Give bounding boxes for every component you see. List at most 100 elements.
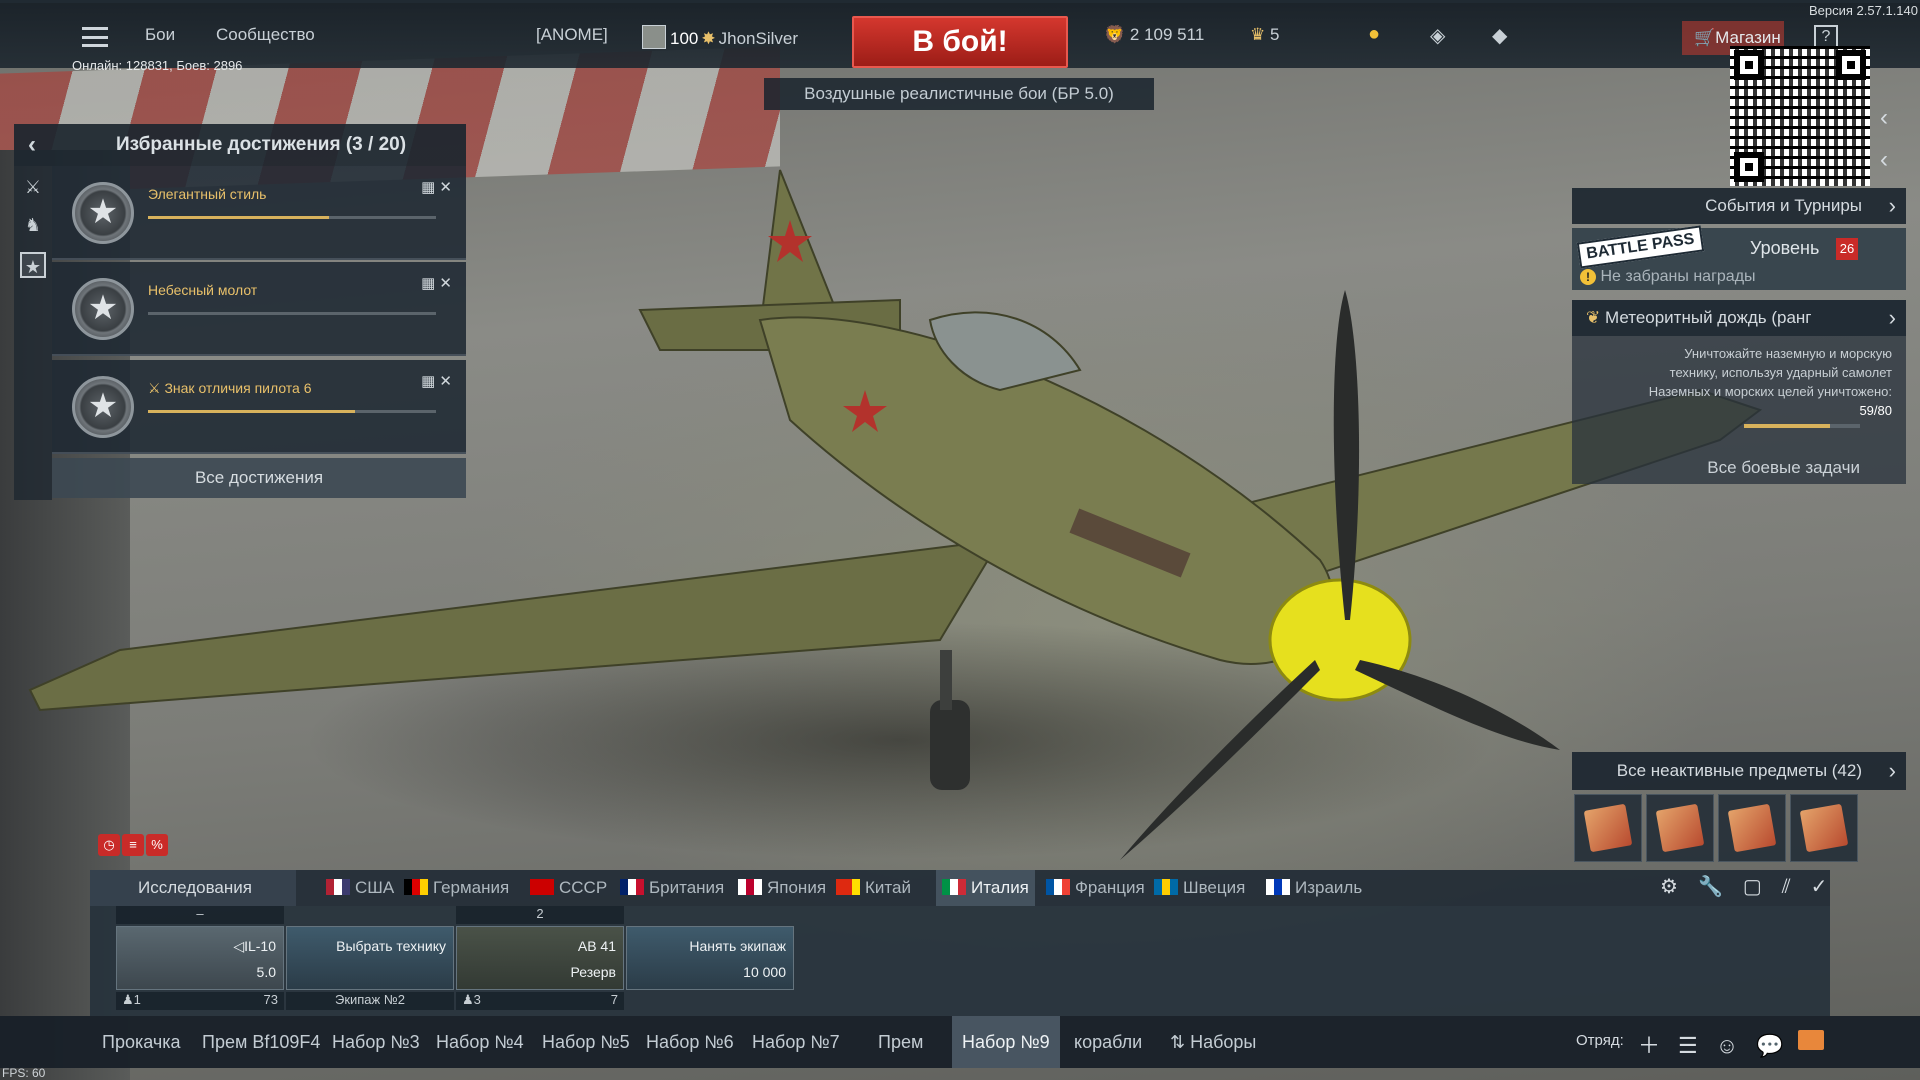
inactive-items-button[interactable]: Все неактивные предметы (42) › <box>1572 752 1906 790</box>
achievement-name: Небесный молот <box>148 282 258 298</box>
qr-code <box>1730 46 1870 186</box>
calendar-icon[interactable]: ▦ <box>421 179 435 196</box>
preset-tab[interactable]: Набор №6 <box>646 1016 734 1068</box>
booster-item[interactable] <box>1790 794 1858 862</box>
squadron-tag[interactable]: [ANOME] <box>536 25 608 45</box>
mail-icon[interactable] <box>1798 1030 1824 1050</box>
friends-icon[interactable]: ☺ <box>1716 1033 1756 1058</box>
preset-tab[interactable]: Набор №7 <box>752 1016 840 1068</box>
chevron-left-icon[interactable]: ‹ <box>28 124 36 166</box>
preset-tab[interactable]: Набор №3 <box>332 1016 420 1068</box>
crew-icon: ♟ <box>122 992 134 1007</box>
medal-icon: ★ <box>72 376 134 438</box>
preset-tab[interactable]: Набор №9 <box>952 1016 1060 1068</box>
crossed-swords-icon[interactable]: ⚔ <box>20 174 46 200</box>
reserve-label: Резерв <box>570 964 616 980</box>
close-icon[interactable]: ✕ <box>439 373 452 390</box>
achievement-progress <box>148 216 436 219</box>
hire-crew-slot[interactable]: Нанять экипаж 10 000 <box>626 906 794 1010</box>
country-tab[interactable]: Япония <box>738 870 826 906</box>
warbonds-icon[interactable]: ◆ <box>1492 23 1507 48</box>
preset-tab[interactable]: корабли <box>1074 1016 1142 1068</box>
country-tab[interactable]: Китай <box>836 870 911 906</box>
calendar-icon[interactable]: ▦ <box>421 275 435 292</box>
country-tab[interactable]: Франция <box>1046 870 1145 906</box>
preset-tab[interactable]: Набор №4 <box>436 1016 524 1068</box>
wrench-icon[interactable]: 🔧 <box>1698 876 1743 898</box>
country-tab[interactable]: Израиль <box>1266 870 1362 906</box>
golden-eagles[interactable]: ♛ 5 <box>1250 25 1279 45</box>
presets-button[interactable]: ⇅ Наборы <box>1170 1016 1256 1068</box>
battle-task-header[interactable]: ❦ Метеоритный дождь (ранг › <box>1572 300 1906 336</box>
achievement-item[interactable]: ★ Небесный молот ▦ ✕ <box>52 262 466 356</box>
silver-lions[interactable]: 🦁 2 109 511 <box>1104 25 1204 45</box>
close-icon[interactable]: ✕ <box>439 275 452 292</box>
social-icons: ＋☰☺💬 <box>1638 1028 1802 1060</box>
battles-menu[interactable]: Бои <box>145 25 175 45</box>
country-tab[interactable]: Швеция <box>1154 870 1245 906</box>
country-tab[interactable]: США <box>326 870 394 906</box>
player-name: JhonSilver <box>718 29 798 48</box>
preset-tab[interactable]: Прем <box>878 1016 923 1068</box>
achievement-item[interactable]: ★ ⚔ Знак отличия пилота 6 ▦ ✕ <box>52 360 466 454</box>
preset-tab[interactable]: Прокачка <box>102 1016 181 1068</box>
chevron-left-icon[interactable]: ‹ <box>1880 104 1888 132</box>
list-icon[interactable]: ☰ <box>1678 1033 1716 1058</box>
preset-bar: Прокачка Прем Bf109F4 Набор №3 Набор №4 Набо… <box>0 1016 1920 1068</box>
plus-icon[interactable]: ＋ <box>1638 1033 1678 1058</box>
crew-thumbnail <box>286 926 454 990</box>
calendar-icon[interactable]: ▦ <box>421 373 435 390</box>
game-mode-selector[interactable]: Воздушные реалистичные бои (БР 5.0) <box>764 78 1154 110</box>
country-tab[interactable]: Италия <box>936 870 1035 906</box>
booster-item[interactable] <box>1646 794 1714 862</box>
version-label: Версия 2.57.1.140 <box>1809 3 1918 18</box>
to-battle-button[interactable]: В бой! <box>852 16 1068 68</box>
decals-icon[interactable]: ◈ <box>1430 23 1445 48</box>
checkmark-icon[interactable]: ✓ <box>1811 876 1848 898</box>
repair-all-icon[interactable]: ⫽ <box>1782 876 1811 898</box>
star-tab-icon[interactable]: ★ <box>20 252 46 278</box>
battle-pass-widget[interactable]: BATTLE PASS Уровень 26 ! Не забраны нагр… <box>1572 225 1906 290</box>
achievement-item[interactable]: ★ Элегантный стиль ▦ ✕ <box>52 166 466 260</box>
vehicle-slot[interactable]: 2 AB 41 Резерв ♟3 7 <box>456 906 624 1010</box>
square-icon[interactable]: ▢ <box>1743 876 1782 898</box>
events-label: События и Турниры <box>1705 196 1862 215</box>
select-vehicle-slot[interactable]: Выбрать технику Экипаж №2 <box>286 906 454 1010</box>
achievement-controls: ▦ ✕ <box>421 178 452 196</box>
all-achievements-button[interactable]: Все достижения <box>52 458 466 498</box>
booster-item[interactable] <box>1574 794 1642 862</box>
vehicle-name: AB 41 <box>577 938 616 954</box>
community-menu[interactable]: Сообщество <box>216 25 315 45</box>
country-name: Италия <box>971 878 1029 897</box>
crossed-swords-icon: ⚔ <box>148 380 165 396</box>
country-tab[interactable]: СССР <box>530 870 607 906</box>
menu-icon[interactable] <box>82 27 108 47</box>
all-tasks-button[interactable]: Все боевые задачи <box>1707 458 1860 477</box>
medal-icon[interactable]: ♞ <box>20 212 46 238</box>
preset-tab[interactable]: Прем Bf109F4 <box>202 1016 320 1068</box>
list-icon[interactable]: ≡ <box>122 834 144 856</box>
close-icon[interactable]: ✕ <box>439 179 452 196</box>
chat-icon[interactable]: 💬 <box>1756 1033 1801 1058</box>
crew-skill: 7 <box>610 992 618 1007</box>
achievement-controls: ▦ ✕ <box>421 274 452 292</box>
preset-tab[interactable]: Набор №5 <box>542 1016 630 1068</box>
country-tab[interactable]: Германия <box>404 870 509 906</box>
chevron-left-icon[interactable]: ‹ <box>1880 146 1888 174</box>
booster-item[interactable] <box>1718 794 1786 862</box>
clock-icon[interactable]: ◷ <box>98 834 120 856</box>
discount-icon[interactable]: % <box>146 834 168 856</box>
task-desc-line: технику, используя ударный самолет <box>1669 365 1892 380</box>
country-tab[interactable]: Британия <box>620 870 724 906</box>
silver-lions-value: 2 109 511 <box>1129 25 1205 44</box>
research-button[interactable]: Исследования <box>90 870 296 906</box>
bp-level-label: Уровень <box>1750 238 1820 258</box>
player-profile[interactable]: 100 ✸ JhonSilver <box>642 25 798 49</box>
events-tournaments-button[interactable]: События и Турниры › <box>1572 188 1906 224</box>
online-stats: Онлайн: 128831, Боев: 2896 <box>72 58 243 73</box>
lion-icon: 🦁 <box>1104 25 1126 44</box>
vehicle-slot[interactable]: – ◁IL-10 5.0 ♟1 73 <box>116 906 284 1010</box>
lightbulb-icon[interactable]: ● <box>1368 23 1380 46</box>
wings-icon: ❦ <box>1586 308 1601 327</box>
gear-icon[interactable]: ⚙ <box>1660 876 1698 898</box>
